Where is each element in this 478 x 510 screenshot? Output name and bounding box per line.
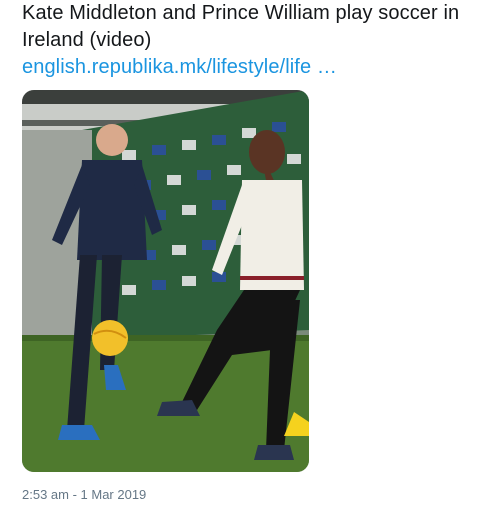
- soccer-photo: [22, 90, 309, 472]
- tweet-timestamp[interactable]: 2:53 am - 1 Mar 2019: [22, 487, 146, 502]
- tweet-text-body: Kate Middleton and Prince William play s…: [22, 2, 460, 51]
- soccer-ball: [92, 320, 128, 356]
- tweet-text: Kate Middleton and Prince William play s…: [22, 0, 462, 81]
- tweet-link[interactable]: english.republika.mk/lifestyle/life …: [22, 54, 337, 81]
- tweet-media-photo[interactable]: [22, 90, 309, 472]
